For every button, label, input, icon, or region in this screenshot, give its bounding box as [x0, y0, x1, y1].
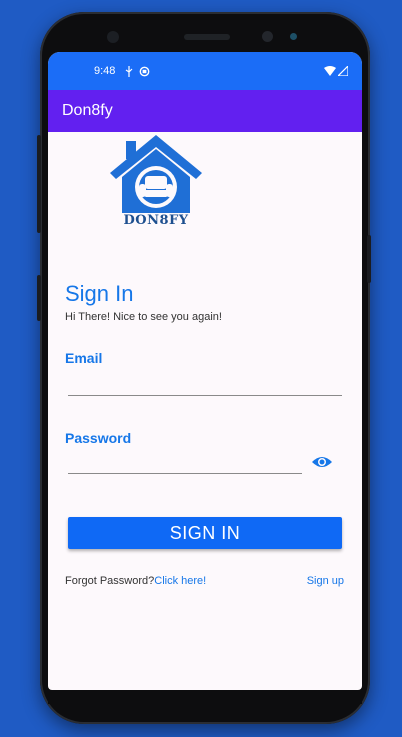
email-label: Email [65, 350, 103, 366]
page-title: Sign In [65, 281, 134, 306]
sign-up-link[interactable]: Sign up [307, 575, 344, 587]
forgot-password-text: Forgot Password? [65, 575, 155, 587]
page-subtitle: Hi There! Nice to see you again! [65, 311, 222, 323]
email-field[interactable] [68, 374, 342, 396]
password-label: Password [65, 430, 132, 446]
password-field[interactable] [68, 452, 302, 474]
content-area: Sign In Hi There! Nice to see you again!… [48, 0, 362, 737]
bottom-bezel [48, 690, 362, 704]
forgot-password: Forgot Password?Click here! [65, 575, 206, 587]
power-button [367, 235, 371, 283]
volume-button [37, 135, 41, 233]
bixby-button [37, 275, 41, 321]
forgot-password-link[interactable]: Click here! [154, 575, 206, 587]
sign-in-button[interactable]: SIGN IN [68, 517, 342, 549]
eye-icon[interactable] [312, 455, 332, 469]
